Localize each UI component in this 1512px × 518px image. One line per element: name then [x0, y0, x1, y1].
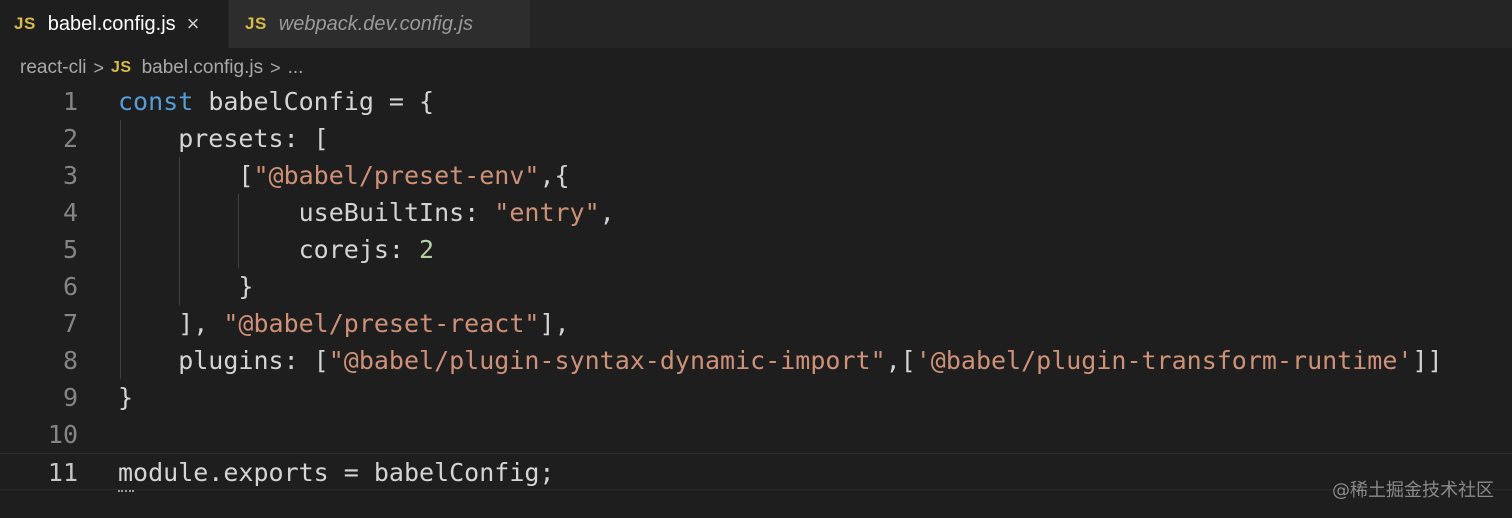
code-line[interactable]: 7 ], "@babel/preset-react"],	[0, 305, 1512, 342]
line-number: 11	[47, 458, 78, 487]
breadcrumb-file[interactable]: babel.config.js	[142, 57, 263, 79]
javascript-file-icon: JS	[245, 14, 267, 33]
line-number: 7	[62, 309, 78, 338]
code-editor[interactable]: 1 const babelConfig = {2 presets: [3 ["@b…	[0, 83, 1512, 503]
code-text[interactable]: corejs: 2	[118, 231, 434, 268]
javascript-file-icon: JS	[14, 14, 36, 33]
tab-label: webpack.dev.config.js	[278, 12, 473, 35]
chevron-right-icon: >	[270, 57, 281, 78]
line-number: 5	[62, 235, 78, 264]
code-line[interactable]: 10	[0, 416, 1512, 453]
code-text[interactable]: useBuiltIns: "entry",	[118, 194, 615, 231]
code-text[interactable]: ["@babel/preset-env",{	[118, 157, 569, 194]
line-number: 9	[62, 383, 78, 412]
line-number: 1	[62, 87, 78, 116]
code-text[interactable]: plugins: ["@babel/plugin-syntax-dynamic-…	[118, 342, 1442, 379]
line-number: 3	[62, 161, 78, 190]
code-line[interactable]: 8 plugins: ["@babel/plugin-syntax-dynami…	[0, 342, 1512, 379]
line-number: 2	[62, 124, 78, 153]
javascript-file-icon: JS	[111, 59, 132, 76]
line-number: 6	[62, 272, 78, 301]
code-text[interactable]: const babelConfig = {	[118, 83, 434, 120]
line-number: 4	[62, 198, 78, 227]
code-line[interactable]: 2 presets: [	[0, 120, 1512, 157]
tab-webpack-dev-config[interactable]: JS webpack.dev.config.js	[229, 0, 530, 48]
code-line[interactable]: 1 const babelConfig = {	[0, 83, 1512, 120]
code-line[interactable]: 11 module.exports = babelConfig;	[0, 453, 1512, 490]
code-text[interactable]: }	[118, 379, 133, 416]
code-line[interactable]: 6 }	[0, 268, 1512, 305]
code-line[interactable]: 9}	[0, 379, 1512, 416]
breadcrumb-symbol[interactable]: ...	[288, 57, 304, 79]
code-line[interactable]: 5 corejs: 2	[0, 231, 1512, 268]
code-text[interactable]: }	[118, 268, 253, 305]
tab-label: babel.config.js	[47, 12, 176, 35]
code-text[interactable]: presets: [	[118, 120, 329, 157]
code-line[interactable]: 4 useBuiltIns: "entry",	[0, 194, 1512, 231]
breadcrumb: react-cli > JS babel.config.js > ...	[20, 54, 303, 82]
watermark: @稀土掘金技术社区	[1332, 480, 1494, 501]
close-icon[interactable]: ×	[187, 13, 200, 35]
tab-babel-config[interactable]: JS babel.config.js ×	[0, 0, 228, 48]
lint-hint-marker	[118, 487, 134, 492]
breadcrumb-folder[interactable]: react-cli	[20, 57, 87, 79]
code-text[interactable]: ], "@babel/preset-react"],	[118, 305, 569, 342]
line-number: 8	[62, 346, 78, 375]
line-number: 10	[47, 420, 78, 449]
tab-bar: JS babel.config.js × JS webpack.dev.conf…	[0, 0, 1512, 48]
code-text[interactable]: module.exports = babelConfig;	[118, 454, 555, 491]
code-line[interactable]: 3 ["@babel/preset-env",{	[0, 157, 1512, 194]
chevron-right-icon: >	[93, 57, 105, 78]
